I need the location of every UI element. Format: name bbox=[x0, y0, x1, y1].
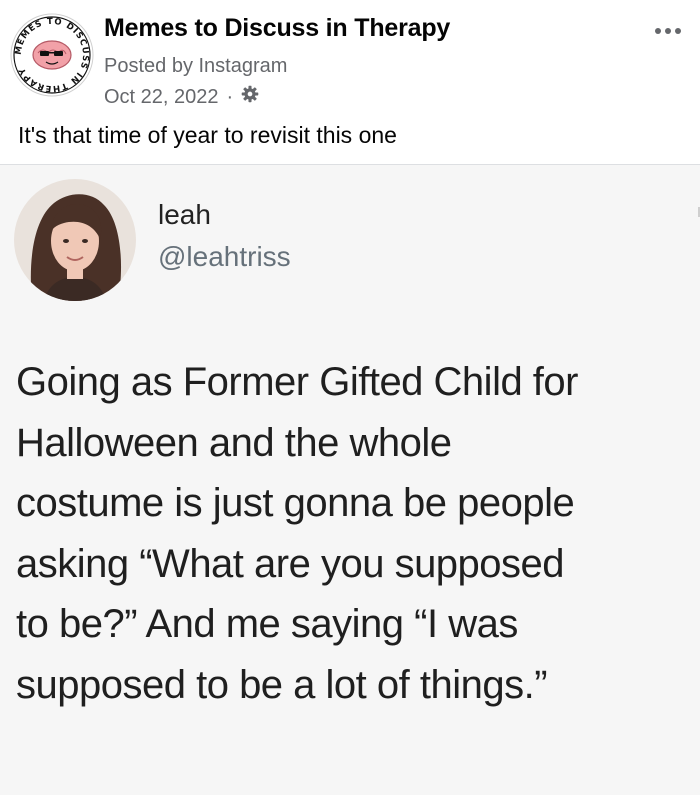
tweet-line: Going as Former Gifted Child for bbox=[16, 360, 579, 404]
post-caption: It's that time of year to revisit this o… bbox=[18, 122, 397, 148]
tweet-line: Halloween and the whole bbox=[16, 420, 452, 465]
tweet-image[interactable]: leah @leahtriss Going as Former Gifted C… bbox=[0, 165, 700, 795]
tweet-line: to be?” And me saying “I was bbox=[16, 602, 518, 646]
tweet-line: costume is just gonna be people bbox=[16, 481, 575, 525]
tweet-line: supposed to be a lot of things.” bbox=[16, 662, 548, 707]
tweet-author-name: leah bbox=[158, 199, 211, 230]
tweet-line: asking “What are you supposed bbox=[16, 541, 565, 586]
gear-icon[interactable] bbox=[241, 85, 259, 109]
meta-separator: · bbox=[226, 85, 234, 108]
post-header: MEMES TO DISCUSS IN THERAPY Memes to Dis… bbox=[0, 0, 700, 165]
more-options-icon[interactable] bbox=[648, 16, 688, 46]
tweet-avatar bbox=[14, 179, 136, 301]
post-meta: Oct 22, 2022 · bbox=[104, 85, 259, 109]
tweet-text: Going as Former Gifted Child for Hallowe… bbox=[16, 352, 696, 715]
page-name-link[interactable]: Memes to Discuss in Therapy bbox=[104, 14, 450, 43]
posted-by-label: Posted by Instagram bbox=[104, 55, 288, 77]
tweet-author-handle: @leahtriss bbox=[158, 241, 291, 272]
page-avatar[interactable]: MEMES TO DISCUSS IN THERAPY bbox=[10, 13, 94, 97]
post-date[interactable]: Oct 22, 2022 bbox=[104, 86, 219, 109]
